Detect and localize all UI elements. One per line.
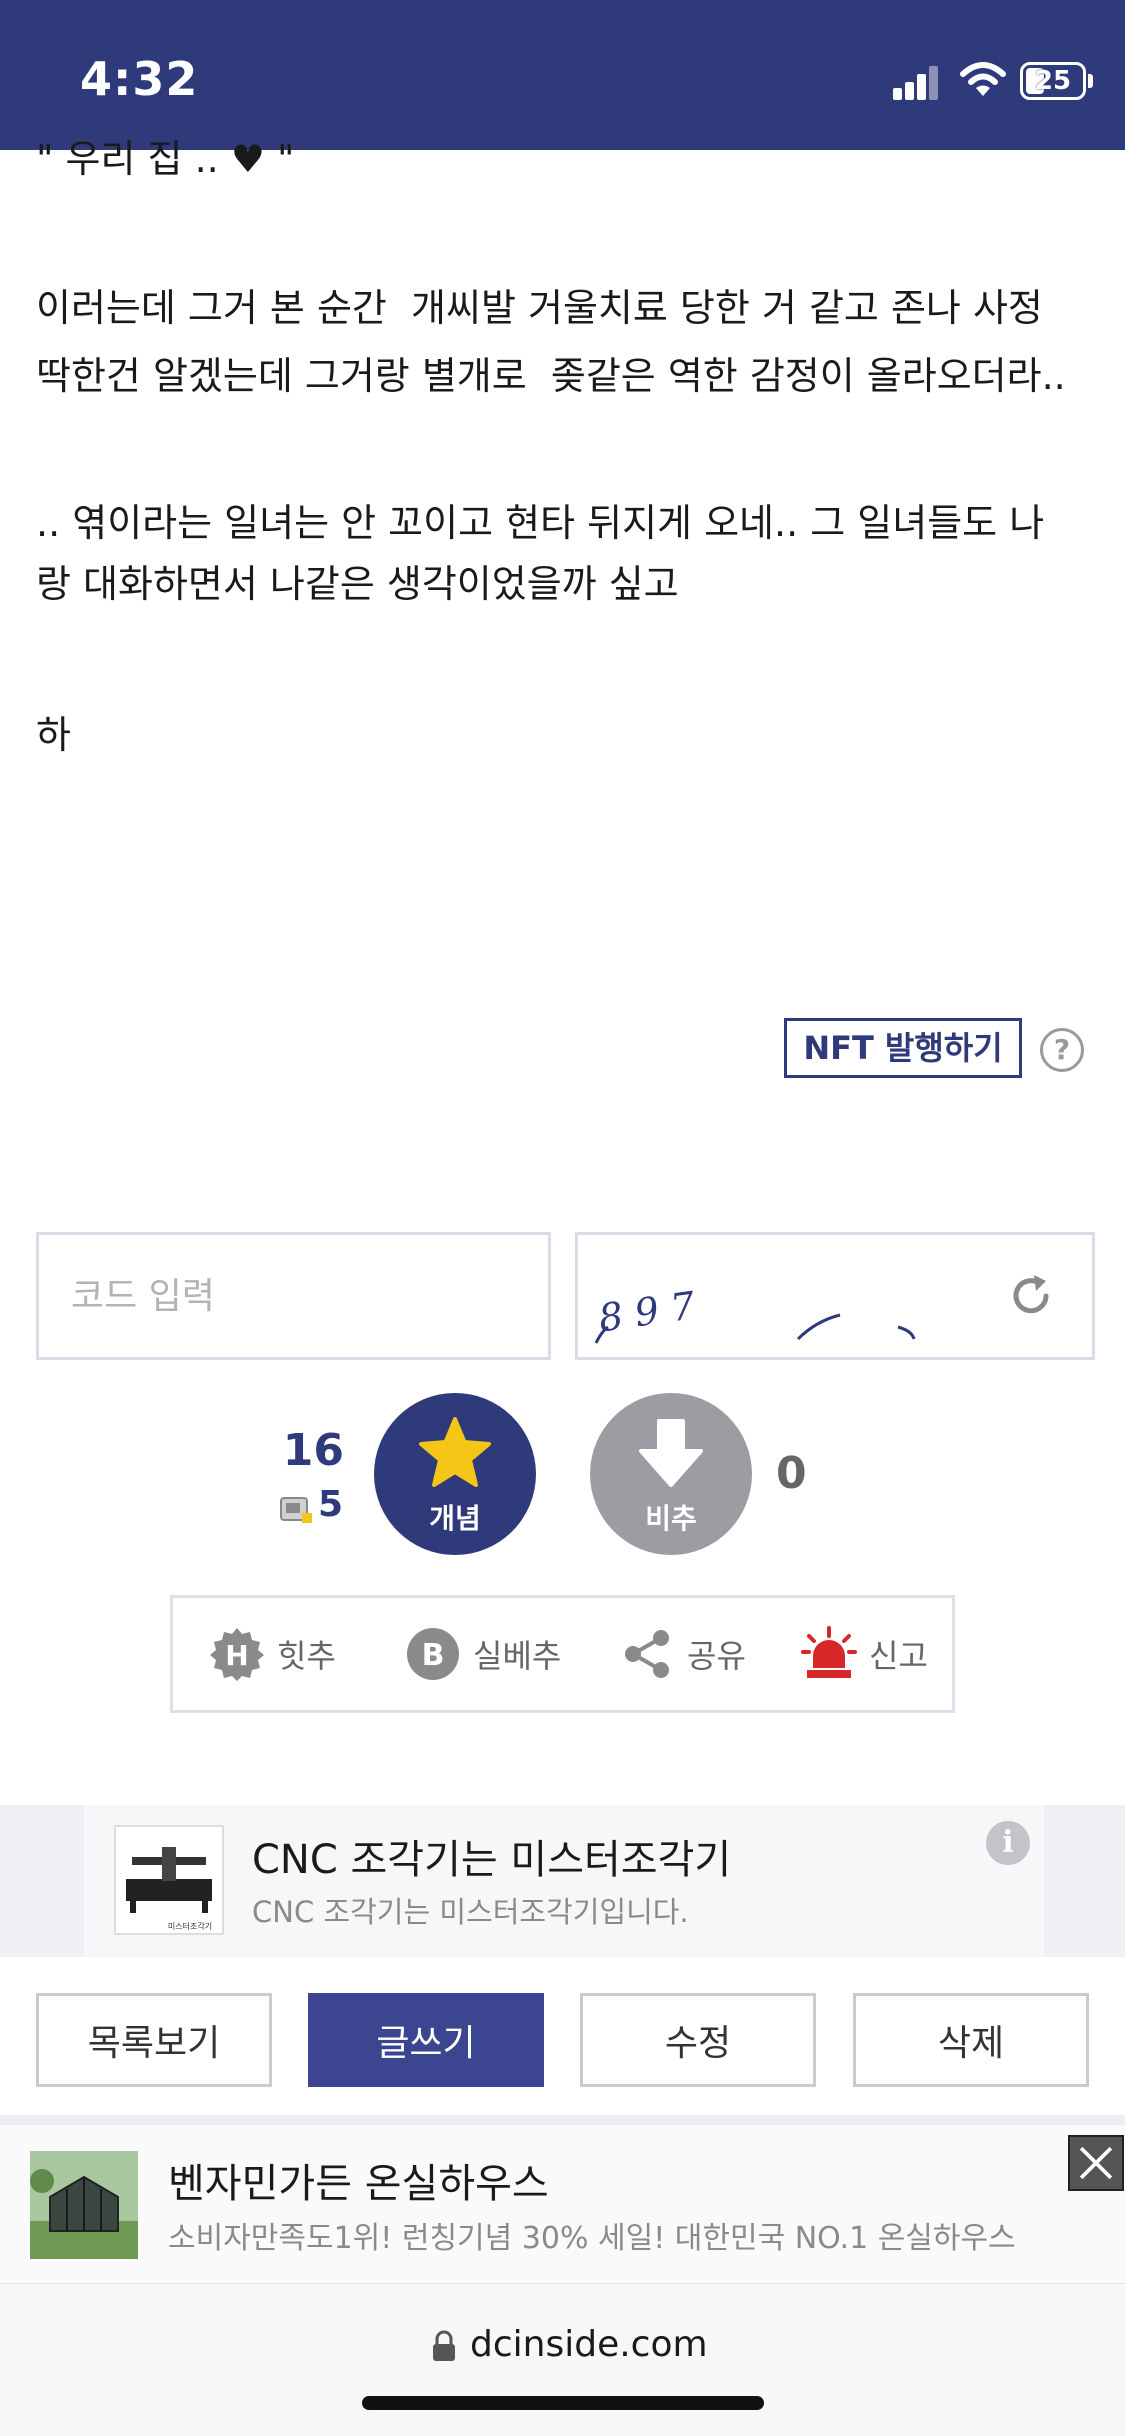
hit-recommend-label: 힛추 [277,1637,336,1675]
post-line: " 우리 집 .. ♥ " [36,137,295,181]
post-line: 딱한건 알겠는데 그거랑 별개로 좆같은 역한 감정이 올라오더라.. [36,354,1066,398]
downvote-button[interactable]: 비추 [590,1393,752,1555]
best-recommend-button[interactable]: B 실베추 [405,1598,561,1710]
ad-description: CNC 조각기는 미스터조각기입니다. [252,1895,689,1929]
upvote-label: 개념 [429,1502,481,1535]
ad-banner[interactable]: 미스터조각기 CNC 조각기는 미스터조각기 CNC 조각기는 미스터조각기입니… [0,1805,1125,1957]
cnc-machine-image: 미스터조각기 [126,1847,212,1931]
greenhouse-image [30,2151,138,2259]
share-label: 공유 [687,1637,746,1675]
post-line: .. 엮이라는 일녀는 안 꼬이고 현타 뒤지게 오네.. 그 일녀들도 나 [36,501,1045,545]
ad-thumbnail: 미스터조각기 [114,1825,224,1935]
hit-recommend-button[interactable]: H 힛추 [209,1598,336,1710]
battery-level: 25 [1034,66,1072,96]
upvote-count: 16 [282,1425,344,1476]
battery-icon: 25 [1020,62,1086,100]
divider [0,2115,1125,2125]
write-post-button[interactable]: 글쓰기 [308,1993,544,2087]
star-icon [419,1417,491,1487]
ad-description: 소비자만족도1위! 런칭기념 30% 세일! 대한민국 NO.1 온실하우스 [168,2221,1016,2256]
post-line: 랑 대화하면서 나같은 생각이었을까 싶고 [36,562,679,606]
home-indicator[interactable] [362,2396,764,2410]
ad-title: 벤자민가든 온실하우스 [168,2161,549,2207]
close-ad-icon[interactable] [1068,2135,1124,2191]
fixed-user-upvote-count: 5 [318,1484,344,1525]
ad-content[interactable]: 미스터조각기 CNC 조각기는 미스터조각기 CNC 조각기는 미스터조각기입니… [84,1805,1044,1957]
report-label: 신고 [869,1637,928,1675]
edit-button[interactable]: 수정 [580,1993,816,2087]
ad-info-icon[interactable]: i [986,1821,1030,1865]
lock-icon [433,2330,455,2361]
report-button[interactable]: 신고 [801,1598,928,1710]
arrow-down-icon [639,1419,703,1487]
svg-text:B: B [422,1638,445,1673]
downvote-count: 0 [776,1448,807,1499]
best-badge-icon: B [407,1628,459,1680]
refresh-captcha-icon[interactable] [1006,1271,1056,1321]
ad-title: CNC 조각기는 미스터조각기 [252,1837,732,1883]
status-time: 4:32 [80,52,199,106]
post-line: 하 [36,713,71,757]
help-icon[interactable]: ? [1040,1028,1084,1072]
post-line: 이러는데 그거 본 순간 개씨발 거울치료 당한 거 같고 존나 사정 [36,286,1043,330]
siren-icon [801,1626,857,1678]
post-action-bar: H 힛추 B 실베추 공유 신고 [170,1595,955,1713]
captcha-code-input[interactable] [36,1232,551,1360]
delete-button[interactable]: 삭제 [853,1993,1089,2087]
share-button[interactable]: 공유 [619,1598,746,1710]
cellular-signal-icon [893,66,939,100]
hit-badge-icon: H [210,1628,264,1681]
bottom-ad-banner[interactable]: 벤자민가든 온실하우스 소비자만족도1위! 런칭기념 30% 세일! 대한민국 … [0,2125,1125,2283]
best-recommend-label: 실베추 [473,1637,562,1675]
captcha-text: 8 9 7 [596,1283,699,1340]
svg-text:H: H [225,1639,248,1672]
upvote-button[interactable]: 개념 [374,1393,536,1555]
fixed-user-icon [280,1497,312,1523]
wifi-icon [960,62,1006,96]
captcha-image: 8 9 7 [575,1232,1095,1360]
browser-url-bar[interactable]: dcinside.com [0,2283,1125,2436]
downvote-label: 비추 [645,1502,697,1535]
ad-thumb-caption: 미스터조각기 [168,1921,212,1931]
list-view-button[interactable]: 목록보기 [36,1993,272,2087]
share-icon [625,1630,669,1678]
url-domain: dcinside.com [470,2324,708,2365]
nft-mint-button[interactable]: NFT 발행하기 [784,1018,1022,1078]
captcha-scribble: 8 9 7 [594,1283,916,1344]
